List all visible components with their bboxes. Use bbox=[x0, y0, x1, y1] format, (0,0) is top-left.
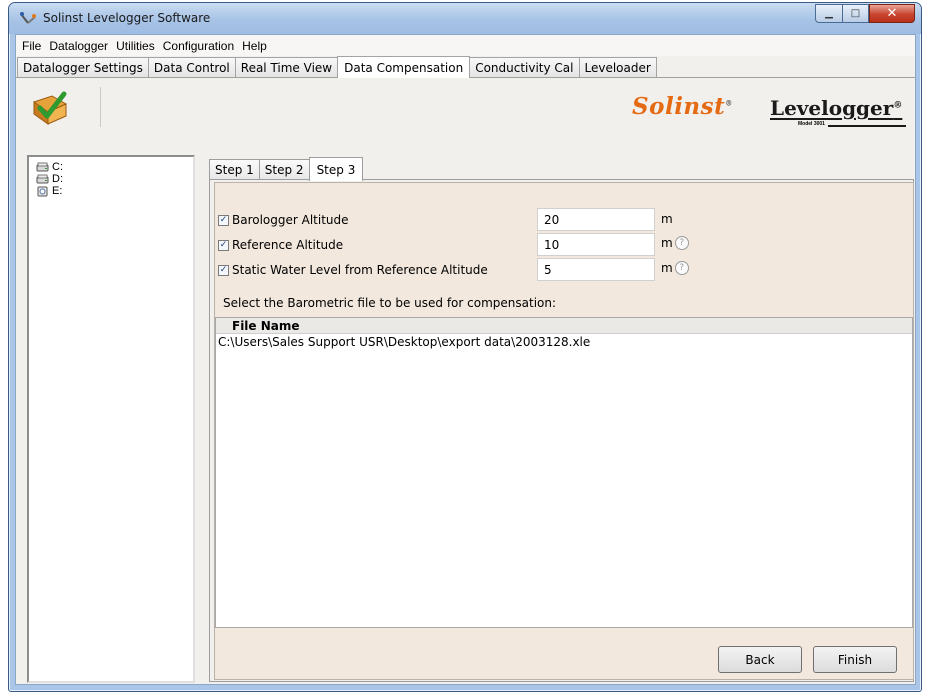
barometric-file-list: File Name C:\Users\Sales Support USR\Des… bbox=[215, 317, 913, 628]
menu-bar: File Datalogger Utilities Configuration … bbox=[16, 35, 915, 56]
tab-conductivity-cal[interactable]: Conductivity Cal bbox=[469, 57, 580, 77]
menu-help[interactable]: Help bbox=[238, 39, 271, 53]
drive-item-c[interactable]: C: bbox=[29, 161, 193, 173]
export-checkmark-icon[interactable] bbox=[30, 90, 70, 126]
toolbar-separator bbox=[100, 87, 101, 127]
unit-label: m bbox=[661, 212, 673, 226]
removable-drive-icon bbox=[37, 186, 48, 196]
step-3-panel: ✓ Barologger Altitude m ✓ Reference Alti… bbox=[209, 179, 914, 682]
tab-step-1[interactable]: Step 1 bbox=[209, 159, 260, 180]
barometric-file-prompt: Select the Barometric file to be used fo… bbox=[223, 296, 557, 310]
drive-item-d[interactable]: D: bbox=[29, 173, 193, 185]
barologger-altitude-row: ✓ Barologger Altitude bbox=[218, 209, 349, 231]
static-water-level-input[interactable] bbox=[537, 258, 655, 281]
app-icon bbox=[20, 12, 36, 24]
tab-step-2[interactable]: Step 2 bbox=[258, 159, 310, 180]
main-tab-bar: Datalogger Settings Data Control Real Ti… bbox=[16, 56, 915, 78]
finish-button[interactable]: Finish bbox=[813, 646, 897, 673]
back-button[interactable]: Back bbox=[718, 646, 802, 673]
tab-leveloader[interactable]: Leveloader bbox=[578, 57, 657, 77]
static-water-level-label: Static Water Level from Reference Altitu… bbox=[232, 263, 488, 277]
minimize-button[interactable]: ▁ bbox=[815, 4, 842, 23]
client-area: File Datalogger Utilities Configuration … bbox=[15, 34, 916, 685]
model-label: Model 3001 bbox=[798, 121, 825, 127]
levelogger-logo: Levelogger® bbox=[770, 96, 903, 120]
barologger-altitude-checkbox[interactable]: ✓ bbox=[218, 214, 229, 226]
tab-step-3[interactable]: Step 3 bbox=[308, 157, 364, 181]
solinst-logo: Solinst® bbox=[632, 93, 733, 120]
tab-datalogger-settings[interactable]: Datalogger Settings bbox=[17, 57, 149, 77]
unit-label: m bbox=[661, 236, 673, 250]
barologger-altitude-input[interactable] bbox=[537, 208, 655, 231]
hard-drive-icon bbox=[36, 174, 49, 183]
static-water-level-row: ✓ Static Water Level from Reference Alti… bbox=[218, 259, 488, 281]
title-bar[interactable]: Solinst Levelogger Software ▁ □ ✕ bbox=[9, 3, 921, 34]
drive-label: D: bbox=[52, 173, 63, 185]
barologger-altitude-unit: m bbox=[661, 212, 673, 226]
close-button[interactable]: ✕ bbox=[869, 4, 915, 23]
reference-altitude-unit: m ? bbox=[661, 236, 689, 250]
maximize-button[interactable]: □ bbox=[842, 4, 869, 23]
logo-underline bbox=[828, 125, 906, 127]
drive-label: C: bbox=[52, 161, 63, 173]
unit-label: m bbox=[661, 261, 673, 275]
tab-data-control[interactable]: Data Control bbox=[147, 57, 236, 77]
barologger-altitude-label: Barologger Altitude bbox=[232, 213, 349, 227]
tab-data-compensation[interactable]: Data Compensation bbox=[337, 56, 471, 78]
window-controls: ▁ □ ✕ bbox=[815, 4, 915, 23]
menu-utilities[interactable]: Utilities bbox=[112, 39, 159, 53]
compensation-area: Step 1 Step 2 Step 3 ✓ Barologger Altitu… bbox=[203, 155, 914, 685]
help-icon[interactable]: ? bbox=[674, 236, 689, 250]
reference-altitude-label: Reference Altitude bbox=[232, 238, 344, 252]
step-3-content: ✓ Barologger Altitude m ✓ Reference Alti… bbox=[214, 182, 914, 680]
app-window: Solinst Levelogger Software ▁ □ ✕ File D… bbox=[8, 2, 922, 692]
step-tab-bar: Step 1 Step 2 Step 3 bbox=[209, 155, 364, 181]
hard-drive-icon bbox=[36, 162, 49, 171]
toolbar: Solinst® Levelogger® Model 3001 bbox=[16, 79, 915, 143]
drive-tree: C: D: E: bbox=[27, 155, 195, 683]
reference-altitude-checkbox[interactable]: ✓ bbox=[218, 239, 229, 251]
tab-real-time-view[interactable]: Real Time View bbox=[234, 57, 339, 77]
reference-altitude-input[interactable] bbox=[537, 233, 655, 256]
menu-configuration[interactable]: Configuration bbox=[159, 39, 238, 53]
menu-file[interactable]: File bbox=[18, 39, 45, 53]
file-row[interactable]: C:\Users\Sales Support USR\Desktop\expor… bbox=[216, 334, 912, 349]
drive-item-e[interactable]: E: bbox=[29, 185, 193, 197]
reference-altitude-row: ✓ Reference Altitude bbox=[218, 234, 343, 256]
static-water-level-unit: m ? bbox=[661, 261, 689, 275]
help-icon[interactable]: ? bbox=[674, 261, 689, 275]
window-title: Solinst Levelogger Software bbox=[43, 11, 211, 25]
menu-datalogger[interactable]: Datalogger bbox=[45, 39, 112, 53]
static-water-level-checkbox[interactable]: ✓ bbox=[218, 264, 229, 276]
drive-label: E: bbox=[52, 185, 63, 197]
file-name-column-header[interactable]: File Name bbox=[216, 318, 912, 334]
